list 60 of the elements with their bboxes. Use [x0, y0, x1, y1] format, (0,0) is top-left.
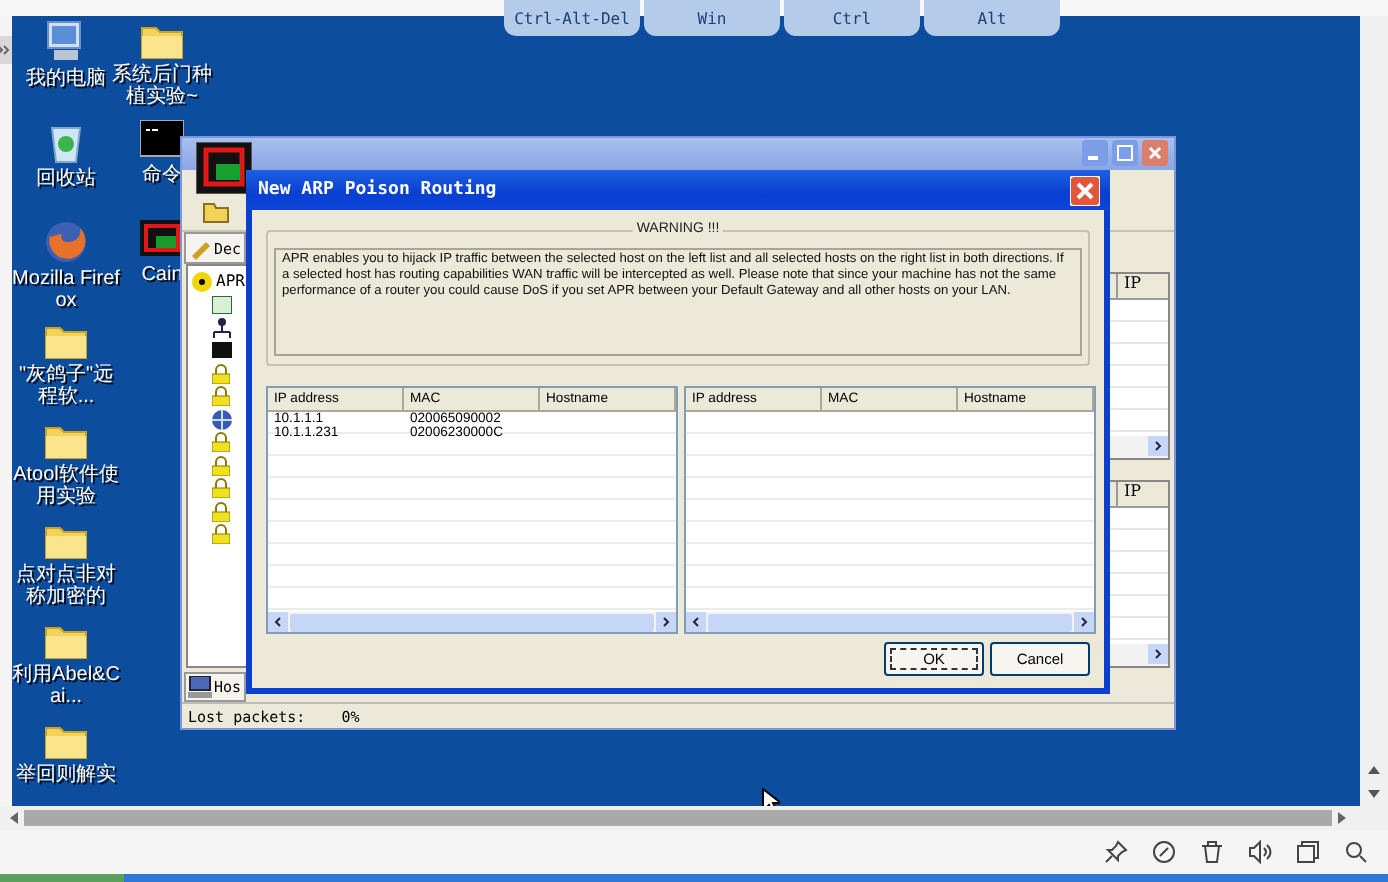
desktop-icon-label[interactable]: 利用Abel&Cai...: [12, 664, 120, 708]
desktop-icon-label[interactable]: Mozilla Firefox: [12, 268, 120, 312]
scroll-down-icon[interactable]: [1366, 786, 1382, 802]
scrollbar-thumb[interactable]: [24, 810, 1332, 826]
network-card-icon[interactable]: [212, 295, 232, 314]
folder-icon[interactable]: [202, 199, 230, 224]
globe-icon[interactable]: [212, 409, 232, 430]
desktop-icon-label[interactable]: 命令: [142, 164, 182, 186]
scroll-left-icon[interactable]: [268, 612, 288, 632]
scroll-up-icon[interactable]: [1366, 762, 1382, 778]
lock-icon[interactable]: [212, 386, 230, 407]
dialog-title: New ARP Poison Routing: [258, 180, 497, 200]
desktop-icon-label[interactable]: 我的电脑: [26, 68, 106, 90]
desktop-icon-label[interactable]: 系统后门种植实验~: [108, 64, 216, 108]
desktop-icon-label[interactable]: 举回则解实: [16, 764, 116, 786]
scroll-left-icon[interactable]: [8, 810, 20, 826]
window-icon[interactable]: [1296, 840, 1320, 864]
column-header[interactable]: IP: [1116, 482, 1168, 507]
firefox-icon[interactable]: [44, 220, 88, 264]
tree-item[interactable]: APR: [216, 272, 245, 291]
desktop-icon-label[interactable]: 点对点非对称加密的: [12, 564, 120, 608]
desktop-icon-label[interactable]: 回收站: [36, 168, 96, 190]
scrollbar-thumb[interactable]: [708, 613, 1072, 631]
terminal-icon[interactable]: [212, 342, 232, 359]
expand-tab-icon[interactable]: [0, 36, 12, 64]
remote-key-button[interactable]: Ctrl-Alt-Del: [504, 0, 640, 36]
scroll-right-icon[interactable]: [1074, 612, 1094, 632]
scroll-right-icon[interactable]: [1148, 436, 1168, 457]
app-icon[interactable]: [140, 220, 184, 260]
lock-icon[interactable]: [212, 524, 230, 545]
app-logo-icon: [196, 142, 252, 194]
remote-key-button[interactable]: Win: [644, 0, 780, 36]
speaker-icon[interactable]: [1248, 840, 1272, 864]
lock-icon[interactable]: [212, 455, 230, 476]
lock-icon[interactable]: [212, 363, 230, 384]
scroll-right-icon[interactable]: [1148, 644, 1168, 665]
close-icon[interactable]: [1142, 140, 1168, 167]
radiation-icon: [192, 271, 212, 292]
terminal-icon[interactable]: [140, 120, 184, 160]
desktop-icon-label[interactable]: Atool软件使用实验: [12, 464, 120, 508]
minimize-icon[interactable]: [1082, 140, 1108, 167]
remote-key-button[interactable]: Ctrl: [784, 0, 920, 36]
close-icon[interactable]: [1070, 175, 1100, 205]
remote-key-button[interactable]: Alt: [924, 0, 1060, 36]
column-header[interactable]: IP: [1116, 274, 1168, 299]
maximize-icon[interactable]: [1112, 140, 1138, 167]
computer-icon: [188, 676, 212, 699]
scrollbar-thumb[interactable]: [290, 613, 654, 631]
network-icon[interactable]: [212, 317, 232, 338]
pen-icon: [188, 236, 212, 261]
scroll-right-icon[interactable]: [1336, 810, 1348, 826]
lock-icon[interactable]: [212, 501, 230, 522]
scroll-left-icon[interactable]: [686, 612, 706, 632]
pin-icon[interactable]: [1104, 840, 1128, 864]
desktop-icon-label[interactable]: "灰鸽子"远程软...: [12, 364, 120, 408]
lock-icon[interactable]: [212, 432, 230, 453]
scroll-right-icon[interactable]: [656, 612, 676, 632]
lock-icon[interactable]: [212, 478, 230, 499]
trash-icon[interactable]: [1200, 840, 1224, 864]
search-icon[interactable]: [1344, 840, 1368, 864]
